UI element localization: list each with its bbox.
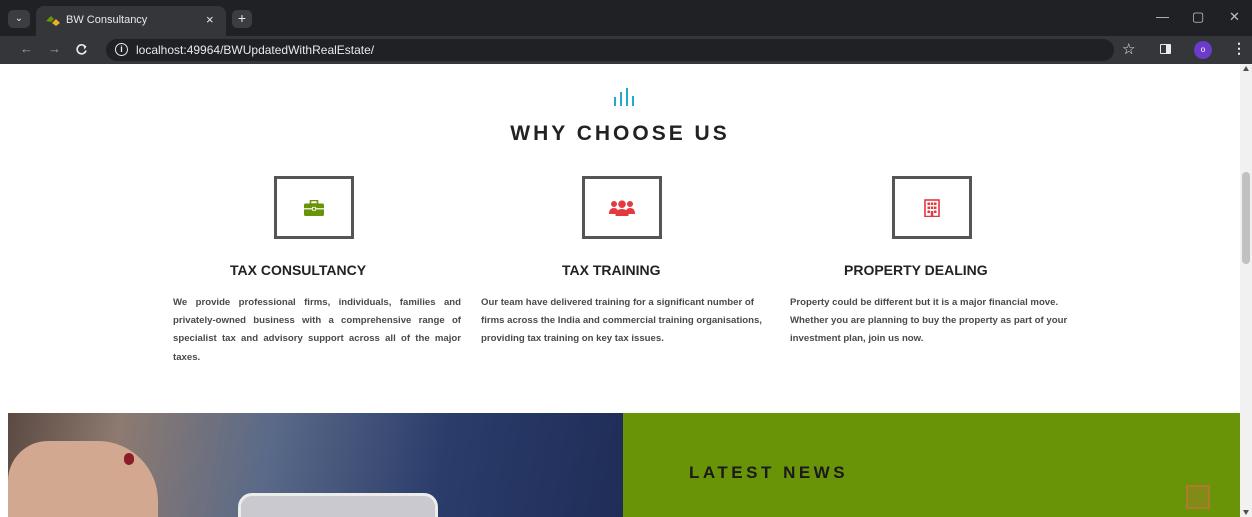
reload-icon[interactable]: [75, 43, 88, 56]
page-scrollbar[interactable]: [1240, 64, 1252, 517]
phone-graphic: [238, 493, 438, 517]
close-window-button[interactable]: ✕: [1229, 9, 1240, 25]
latest-news-title: LATEST NEWS: [689, 463, 849, 482]
feature-icon-box: [582, 176, 662, 239]
briefcase-icon: [304, 199, 324, 216]
feature-title: TAX CONSULTANCY: [230, 262, 367, 278]
scroll-up-arrow-icon[interactable]: [1243, 66, 1249, 71]
feature-icon-box: [892, 176, 972, 239]
restore-window-button[interactable]: ▢: [1192, 9, 1204, 25]
bar-chart-icon: [611, 86, 635, 106]
profile-avatar[interactable]: o: [1194, 41, 1212, 59]
nail-graphic: [124, 453, 134, 465]
minimize-window-button[interactable]: —: [1156, 9, 1169, 24]
scroll-to-top-icon[interactable]: [1186, 485, 1210, 509]
news-photo: [8, 413, 623, 517]
section-title: WHY CHOOSE US: [510, 122, 730, 145]
building-icon: [924, 198, 940, 217]
browser-tab[interactable]: BW Consultancy ×: [36, 6, 226, 36]
tab-close-icon[interactable]: ×: [206, 12, 214, 27]
url-text[interactable]: localhost:49964/BWUpdatedWithRealEstate/: [136, 43, 374, 57]
latest-news-panel: LATEST NEWS: [623, 413, 1240, 517]
back-arrow-icon[interactable]: ←: [20, 41, 33, 56]
feature-description: We provide professional firms, individua…: [173, 297, 461, 363]
site-favicon-icon: [46, 16, 60, 26]
browser-tab-bar: ⌄ BW Consultancy × + — ▢ ✕: [0, 0, 1252, 36]
site-info-icon[interactable]: i: [115, 43, 128, 56]
scrollbar-thumb[interactable]: [1242, 172, 1250, 264]
tab-title: BW Consultancy: [66, 14, 148, 26]
side-panel-icon[interactable]: [1160, 44, 1171, 54]
bookmark-star-icon[interactable]: ☆: [1122, 40, 1135, 58]
feature-icon-box: [274, 176, 354, 239]
scroll-down-arrow-icon[interactable]: [1243, 510, 1249, 515]
feature-title: TAX TRAINING: [562, 262, 661, 278]
feature-description: Property could be different but it is a …: [790, 297, 1068, 345]
feature-description: Our team have delivered training for a s…: [481, 297, 762, 345]
browser-toolbar: ← → i localhost:49964/BWUpdatedWithRealE…: [0, 36, 1252, 64]
hand-graphic: [8, 441, 158, 517]
new-tab-button[interactable]: +: [232, 10, 252, 28]
feature-title: PROPERTY DEALING: [844, 262, 988, 278]
users-icon: [609, 199, 635, 216]
page-viewport: WHY CHOOSE US TAX CONSULTANCY We provide…: [0, 64, 1240, 517]
address-bar[interactable]: i localhost:49964/BWUpdatedWithRealEstat…: [106, 39, 1114, 61]
tab-search-button[interactable]: ⌄: [8, 10, 30, 28]
browser-menu-icon[interactable]: ⋮: [1232, 40, 1246, 57]
forward-arrow-icon[interactable]: →: [48, 41, 61, 56]
